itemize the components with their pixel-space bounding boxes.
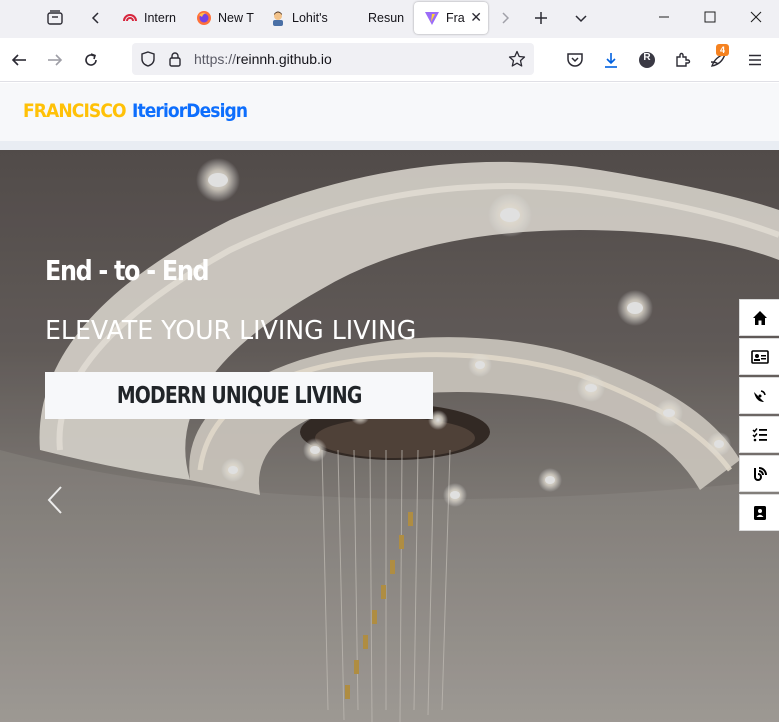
arrow-right-icon [48, 54, 63, 66]
tab-label: Intern [144, 11, 176, 25]
chevron-right-icon [502, 12, 510, 24]
tab-4-active[interactable]: Fra ✕ [414, 2, 488, 34]
tasks-list-icon [751, 427, 767, 441]
extensions-button[interactable] [671, 48, 695, 72]
tab-1[interactable]: New T [186, 2, 254, 34]
close-icon [750, 11, 762, 23]
home-icon [752, 310, 767, 325]
chevron-left-icon [91, 12, 99, 24]
side-nav-projects[interactable] [739, 416, 779, 453]
tab-3[interactable]: Resun [336, 2, 408, 34]
maximize-button[interactable] [687, 0, 733, 34]
account-button[interactable]: R [635, 48, 659, 72]
tab-label: New T [218, 11, 254, 25]
url-text[interactable]: https://reinnh.github.io [194, 51, 332, 67]
downloads-button[interactable] [599, 48, 623, 72]
profile-initial: R [643, 52, 651, 63]
close-window-button[interactable] [733, 0, 779, 34]
gauge-icon [122, 10, 138, 26]
pocket-button[interactable] [563, 48, 587, 72]
hamburger-menu-icon [749, 54, 761, 66]
id-card-icon [750, 349, 769, 364]
brand-secondary[interactable]: IteriorDesign [132, 100, 248, 122]
list-all-tabs-button[interactable] [569, 7, 593, 29]
modern-unique-living-button[interactable]: MODERN UNIQUE LIVING [45, 372, 433, 419]
back-button[interactable] [7, 48, 31, 72]
tab-overview-icon [47, 10, 63, 25]
arrow-left-icon [11, 54, 26, 66]
forward-button[interactable] [43, 48, 67, 72]
download-icon [605, 53, 617, 68]
address-bar[interactable]: https://reinnh.github.io [132, 43, 534, 75]
reload-icon [85, 53, 97, 66]
hero-cta-label: MODERN UNIQUE LIVING [116, 382, 362, 409]
notifications-button[interactable]: 4 [707, 44, 731, 72]
address-book-icon [753, 505, 766, 520]
side-nav-blog[interactable] [739, 455, 779, 492]
side-nav-services[interactable] [739, 377, 779, 414]
browser-nav-bar: https://reinnh.github.io R 4 [0, 38, 779, 82]
ceiling-photo [0, 150, 779, 722]
shield-icon[interactable] [140, 51, 156, 67]
blog-icon [753, 466, 767, 481]
header-separator [0, 141, 779, 150]
minimize-icon [659, 16, 669, 18]
reload-button[interactable] [79, 48, 103, 72]
tab-overview-button[interactable] [43, 7, 67, 29]
new-tab-button[interactable] [529, 7, 553, 29]
tab-0[interactable]: Intern [112, 2, 180, 34]
chevron-left-icon [47, 486, 62, 514]
tab-label: Lohit's [292, 11, 328, 25]
tab-label: Resun [368, 11, 405, 25]
site-header: FRANCISCO IteriorDesign [0, 83, 779, 141]
puzzle-icon [676, 52, 691, 67]
hero-carousel: End - to - End ELEVATE YOUR LIVING LIVIN… [0, 150, 779, 722]
browser-tab-bar: Intern New T Lohit's Resun Fra ✕ [0, 0, 779, 38]
side-nav-contact[interactable] [739, 494, 779, 531]
firefox-icon [196, 10, 212, 26]
minimize-button[interactable] [641, 0, 687, 34]
hero-title: ELEVATE YOUR LIVING LIVING [45, 316, 417, 346]
lock-icon[interactable] [168, 51, 182, 67]
url-scheme: https:// [194, 51, 237, 67]
side-nav-home[interactable] [739, 299, 779, 336]
url-host: reinnh.github.io [236, 51, 332, 67]
vite-icon [424, 10, 440, 26]
maximize-icon [704, 11, 716, 23]
avatar-emoji-icon [270, 10, 286, 26]
notification-badge: 4 [716, 44, 729, 56]
hero-subtitle: End - to - End [45, 254, 210, 287]
carousel-prev-button[interactable] [42, 484, 68, 516]
scroll-tabs-left-button[interactable] [84, 7, 108, 29]
tab-label: Fra [446, 11, 465, 25]
tab-2[interactable]: Lohit's [260, 2, 330, 34]
brand-primary[interactable]: FRANCISCO [23, 100, 127, 122]
scroll-tabs-right-button[interactable] [493, 7, 517, 29]
close-tab-icon[interactable]: ✕ [470, 9, 482, 26]
app-menu-button[interactable] [743, 48, 767, 72]
chevron-down-icon [575, 15, 587, 23]
bookmark-star-icon[interactable] [508, 50, 526, 68]
pocket-icon [567, 53, 583, 67]
side-nav [739, 299, 779, 533]
plus-icon [535, 12, 547, 24]
satellite-dish-icon [753, 389, 766, 402]
side-nav-about[interactable] [739, 338, 779, 375]
